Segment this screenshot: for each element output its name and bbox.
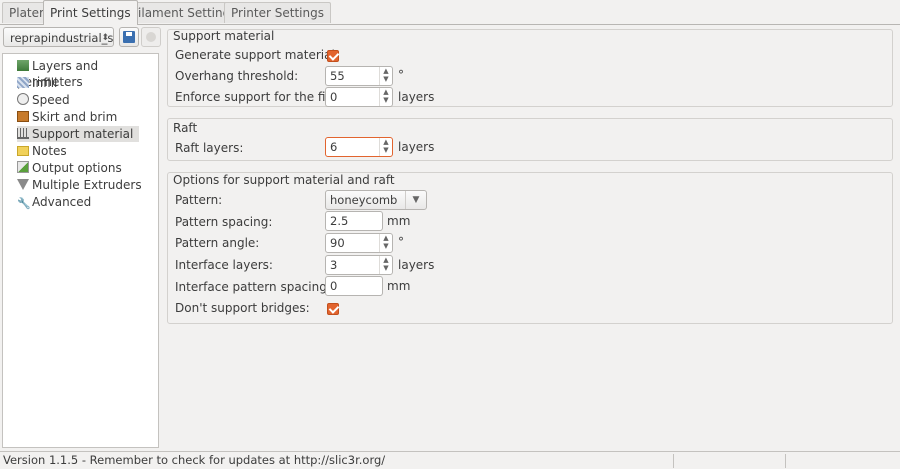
raft-layers-unit: layers: [398, 140, 435, 154]
spin-arrows-icon[interactable]: ▲ ▼: [379, 138, 392, 156]
tab-printer-settings[interactable]: Printer Settings: [224, 2, 331, 23]
settings-tree: Layers and perimeters Infill Speed Skirt…: [2, 53, 159, 448]
tree-item-speed[interactable]: Speed: [17, 92, 76, 108]
pattern-spacing-input[interactable]: 2.5: [325, 211, 383, 231]
status-field-divider: [785, 454, 786, 468]
options-group: Options for support material and raft Pa…: [167, 172, 893, 324]
raft-layers-label: Raft layers:: [175, 141, 244, 155]
overhang-threshold-label: Overhang threshold:: [175, 69, 299, 83]
tree-item-advanced[interactable]: 🔧Advanced: [17, 194, 97, 210]
support-material-group: Support material Generate support materi…: [167, 29, 893, 107]
chevron-down-icon: ▼: [405, 191, 426, 209]
generate-support-label: Generate support material:: [175, 48, 339, 62]
layers-icon: [17, 60, 29, 71]
enforce-support-label: Enforce support for the first:: [175, 90, 346, 104]
tree-item-layers-and-perimeters[interactable]: Layers and perimeters: [17, 58, 158, 89]
preset-select[interactable]: reprapindustrial_s ⬍: [3, 27, 114, 47]
support-icon: [17, 128, 29, 139]
overhang-threshold-input[interactable]: 55 ▲ ▼: [325, 66, 393, 86]
interface-layers-label: Interface layers:: [175, 258, 273, 272]
dont-support-bridges-label: Don't support bridges:: [175, 301, 310, 315]
tree-item-skirt-and-brim[interactable]: Skirt and brim: [17, 109, 123, 125]
tree-item-support-material[interactable]: Support material: [17, 126, 140, 142]
overhang-unit: °: [398, 68, 404, 82]
tree-item-multiple-extruders[interactable]: Multiple Extruders: [17, 177, 148, 193]
tree-item-notes[interactable]: Notes: [17, 143, 73, 159]
raft-title: Raft: [173, 121, 198, 135]
interface-layers-unit: layers: [398, 258, 435, 272]
spin-arrows-icon[interactable]: ▲ ▼: [379, 67, 392, 85]
pattern-angle-label: Pattern angle:: [175, 236, 260, 250]
spin-arrows-icon[interactable]: ▲ ▼: [379, 234, 392, 252]
pattern-angle-unit: °: [398, 235, 404, 249]
pattern-select[interactable]: honeycomb ▼: [325, 190, 427, 210]
pattern-spacing-label: Pattern spacing:: [175, 215, 273, 229]
pattern-label: Pattern:: [175, 193, 223, 207]
save-preset-button[interactable]: [119, 27, 139, 47]
delete-icon: [146, 32, 156, 42]
tab-bar: Plater Print Settings Filament Settings …: [0, 0, 900, 25]
wrench-icon: 🔧: [17, 197, 31, 210]
save-icon: [123, 31, 135, 43]
dont-support-bridges-checkbox[interactable]: [327, 303, 339, 315]
generate-support-checkbox[interactable]: [327, 50, 339, 62]
tree-item-infill[interactable]: Infill: [17, 75, 63, 91]
skirt-icon: [17, 111, 29, 122]
interface-spacing-label: Interface pattern spacing:: [175, 280, 331, 294]
speed-icon: [17, 93, 29, 105]
spin-arrows-icon[interactable]: ▲ ▼: [379, 88, 392, 106]
status-field-divider: [673, 454, 674, 468]
support-material-title: Support material: [173, 29, 275, 43]
updown-icon: ⬍: [101, 33, 109, 43]
tab-print-settings[interactable]: Print Settings: [43, 0, 138, 25]
interface-spacing-unit: mm: [387, 279, 411, 293]
enforce-support-unit: layers: [398, 90, 435, 104]
raft-layers-input[interactable]: 6 ▲ ▼: [325, 137, 393, 157]
status-text: Version 1.1.5 - Remember to check for up…: [3, 453, 386, 467]
pattern-spacing-unit: mm: [387, 214, 411, 228]
spin-arrows-icon[interactable]: ▲ ▼: [379, 256, 392, 274]
options-title: Options for support material and raft: [173, 173, 395, 187]
pattern-angle-input[interactable]: 90 ▲ ▼: [325, 233, 393, 253]
interface-layers-input[interactable]: 3 ▲ ▼: [325, 255, 393, 275]
tree-item-output-options[interactable]: Output options: [17, 160, 128, 176]
raft-group: Raft Raft layers: 6 ▲ ▼ layers: [167, 118, 893, 161]
delete-preset-button[interactable]: [141, 27, 161, 47]
infill-icon: [17, 77, 29, 88]
funnel-icon: [17, 179, 29, 190]
preset-value: reprapindustrial_s: [10, 31, 114, 45]
notes-icon: [17, 146, 29, 156]
output-icon: [17, 161, 29, 173]
status-bar: Version 1.1.5 - Remember to check for up…: [0, 451, 900, 469]
interface-spacing-input[interactable]: 0: [325, 276, 383, 296]
enforce-support-input[interactable]: 0 ▲ ▼: [325, 87, 393, 107]
